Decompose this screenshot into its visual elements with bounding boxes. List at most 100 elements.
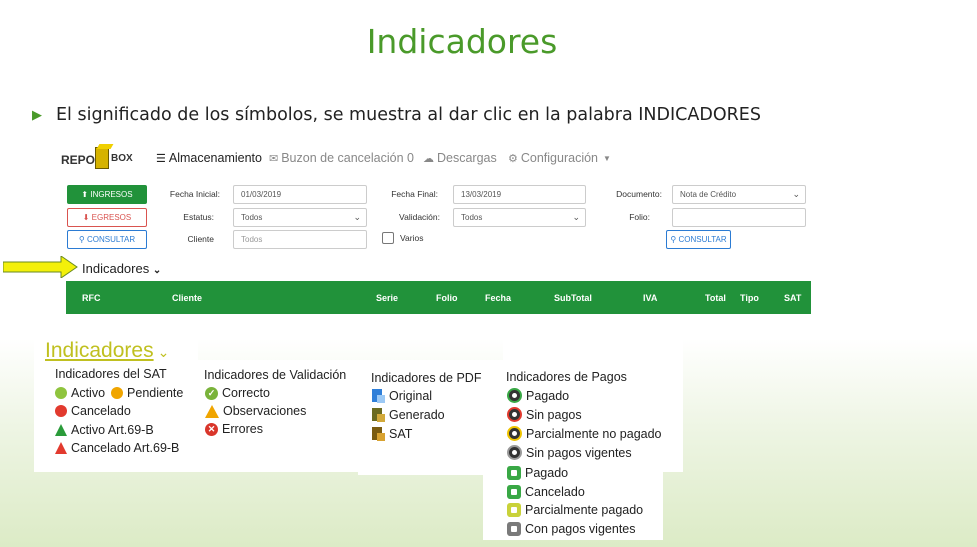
fecha-final-field[interactable]: 13/03/2019 [453, 185, 586, 204]
chevron-down-icon: ⌄ [353, 212, 361, 222]
slide-title: Indicadores [366, 22, 558, 61]
legend-pdf-sat: SAT [371, 427, 412, 441]
cancelado-69b-label: Cancelado Art.69-B [71, 441, 180, 455]
legend-pagos-cancelado: Cancelado [507, 485, 585, 499]
indicadores-link-label: Indicadores [82, 261, 150, 276]
pagos-section-title: Indicadores de Pagos [506, 370, 627, 384]
documento-value: Nota de Crédito [680, 190, 737, 199]
egresos-button[interactable]: ⬇ EGRESOS [67, 208, 147, 227]
pdf-section-title: Indicadores de PDF [371, 371, 482, 385]
pdf-sat-icon [371, 427, 385, 441]
documento-label: Documento: [616, 189, 662, 199]
parcial-no-pagado-circle-icon [507, 426, 522, 441]
consultar-right-button[interactable]: ⚲ CONSULTAR [666, 230, 731, 249]
legend-observaciones: Observaciones [205, 404, 306, 418]
folio-input[interactable] [672, 208, 806, 227]
slide-bullet: ▶ El significado de los símbolos, se mue… [32, 105, 761, 125]
validacion-section-title: Indicadores de Validación [204, 368, 347, 382]
varios-label: Varios [400, 233, 424, 243]
col-serie[interactable]: Serie [376, 293, 398, 303]
sin-pagos-circle-icon [507, 407, 522, 422]
fecha-inicial-field[interactable]: 01/03/2019 [233, 185, 367, 204]
sat-section-title: Indicadores del SAT [55, 367, 167, 381]
ingresos-label: INGRESOS [90, 190, 133, 199]
caret-down-icon: ▼ [603, 153, 611, 163]
activo-label: Activo [71, 386, 106, 400]
col-cliente[interactable]: Cliente [172, 293, 202, 303]
col-rfc[interactable]: RFC [82, 293, 101, 303]
validacion-label: Validación: [399, 212, 440, 222]
app-screenshot: REPO BOX ☰ Almacenamiento ✉ Buzon de can… [56, 142, 811, 314]
legend-title-label: Indicadores [45, 339, 154, 362]
logo-cube-icon [95, 147, 109, 169]
col-iva[interactable]: IVA [643, 293, 657, 303]
consultar-left-label: CONSULTAR [86, 235, 136, 244]
observaciones-label: Observaciones [223, 404, 307, 418]
legend-activo-69b: Activo Art.69-B [55, 423, 154, 437]
legend-activo: Activo Pendiente [55, 386, 183, 400]
pdf-original-icon [371, 389, 385, 403]
legend-title[interactable]: Indicadores ⌄ [45, 339, 169, 363]
col-subtotal[interactable]: SubTotal [554, 293, 592, 303]
legend-errores: ✕ Errores [205, 422, 263, 436]
chevron-down-icon: ⌄ [157, 344, 170, 360]
validacion-value: Todos [461, 213, 483, 222]
legend-parcial-no-pagado: Parcialmente no pagado [507, 426, 662, 441]
nav-descargas[interactable]: ☁ Descargas [423, 151, 497, 165]
legend-original: Original [371, 389, 432, 403]
egresos-icon: ⬇ [82, 213, 92, 222]
fecha-final-label: Fecha Final: [391, 189, 438, 199]
nav-descargas-label: Descargas [437, 151, 497, 165]
estatus-value: Todos [241, 213, 263, 222]
legend-pagado-2: Pagado [507, 466, 568, 480]
estatus-select[interactable]: Todos ⌄ [233, 208, 367, 227]
nav-configuracion[interactable]: ⚙ Configuración ▼ [508, 151, 614, 165]
legend-sin-pagos: Sin pagos [507, 407, 582, 422]
red-triangle-icon [55, 442, 67, 454]
cancelado-square-icon [507, 485, 521, 499]
fecha-inicial-label: Fecha Inicial: [169, 189, 220, 199]
legend-parcial-pagado: Parcialmente pagado [507, 503, 643, 517]
envelope-icon: ✉ [269, 152, 279, 165]
col-folio[interactable]: Folio [436, 293, 458, 303]
repobox-logo[interactable]: REPO BOX [61, 146, 133, 172]
bullet-text: El significado de los símbolos, se muest… [56, 105, 761, 125]
pagado-circle-icon [507, 388, 522, 403]
parcial-no-pagado-label: Parcialmente no pagado [526, 426, 662, 441]
ingresos-button[interactable]: ⬆ INGRESOS [67, 185, 147, 204]
documento-select[interactable]: Nota de Crédito ⌄ [672, 185, 806, 204]
nav-almacenamiento[interactable]: ☰ Almacenamiento [156, 151, 262, 165]
nav-configuracion-label: Configuración [520, 151, 599, 165]
cloud-download-icon: ☁ [423, 152, 434, 165]
green-circle-icon [55, 387, 67, 399]
varios-checkbox[interactable] [382, 232, 394, 244]
indicadores-link[interactable]: Indicadores ⌄ [82, 261, 161, 276]
validacion-select[interactable]: Todos ⌄ [453, 208, 586, 227]
warning-icon [205, 404, 219, 418]
nav-almacenamiento-label: Almacenamiento [168, 151, 262, 165]
cliente-input[interactable]: Todos [233, 230, 367, 249]
col-total[interactable]: Total [705, 293, 726, 303]
col-tipo[interactable]: Tipo [740, 293, 759, 303]
user-plus-icon: ⬆ [81, 190, 91, 199]
navbar: REPO BOX ☰ Almacenamiento ✉ Buzon de can… [56, 142, 811, 174]
search-icon: ⚲ [78, 235, 87, 244]
nav-buzon-label: Buzon de cancelación 0 [281, 151, 414, 165]
sin-pagos-vigentes-label: Sin pagos vigentes [526, 445, 632, 460]
check-circle-icon: ✓ [205, 386, 218, 400]
consultar-left-button[interactable]: ⚲ CONSULTAR [67, 230, 147, 249]
legend-cancelado: Cancelado [55, 404, 131, 418]
estatus-label: Estatus: [183, 212, 214, 222]
con-pagos-vigentes-label: Con pagos vigentes [525, 522, 636, 536]
sin-pagos-label: Sin pagos [526, 407, 582, 422]
activo-69b-label: Activo Art.69-B [71, 423, 154, 437]
nav-buzon[interactable]: ✉ Buzon de cancelación 0 [269, 151, 414, 165]
chevron-down-icon: ⌄ [572, 212, 580, 222]
legend-con-pagos-vigentes: Con pagos vigentes [507, 522, 636, 536]
cancelado-label: Cancelado [71, 404, 131, 418]
pagado-square-icon [507, 466, 521, 480]
logo-box-text: BOX [111, 153, 133, 164]
col-sat[interactable]: SAT [784, 293, 801, 303]
col-fecha[interactable]: Fecha [485, 293, 511, 303]
legend-sin-pagos-vigentes: Sin pagos vigentes [507, 445, 632, 460]
